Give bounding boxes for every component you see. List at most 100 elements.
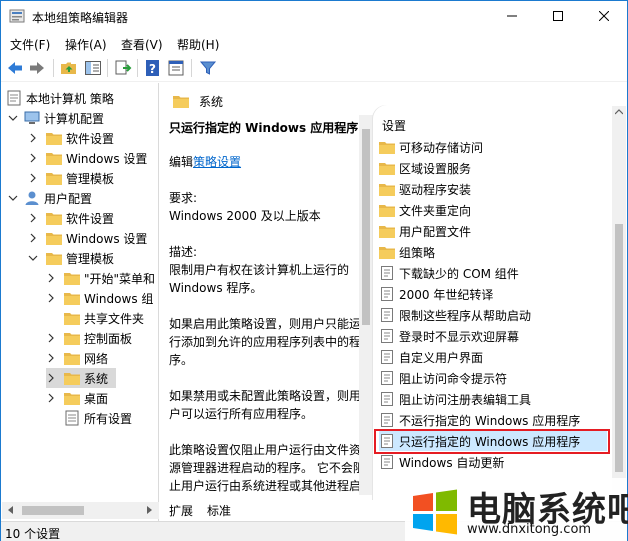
chevron-right-icon[interactable] [28, 133, 38, 143]
description-scrollbar[interactable] [359, 115, 373, 495]
list-item-folder[interactable]: 组策略 [379, 242, 435, 262]
menu-help[interactable]: 帮助(H) [177, 36, 219, 53]
folder-icon [46, 152, 62, 165]
list-item-policy[interactable]: 阻止访问命令提示符 [379, 368, 507, 388]
minimize-button[interactable] [489, 1, 535, 31]
folder-icon [64, 272, 80, 285]
list-item-policy[interactable]: 登录时不显示欢迎屏幕 [379, 326, 519, 346]
user-icon [25, 191, 39, 205]
menu-view[interactable]: 查看(V) [121, 36, 163, 53]
tree-item-windows-components[interactable]: Windows 组 [46, 288, 153, 308]
view-tabs: 扩展 标准 [161, 500, 361, 522]
list-item-folder[interactable]: 区域设置服务 [379, 158, 471, 178]
scrollbar-thumb[interactable] [22, 506, 84, 515]
chevron-down-icon[interactable] [8, 113, 18, 123]
forward-arrow-icon[interactable] [28, 59, 46, 77]
list-item-policy[interactable]: 自定义用户界面 [379, 347, 483, 367]
list-item-policy[interactable]: 2000 年世纪转译 [379, 284, 493, 304]
scroll-left-icon[interactable] [8, 506, 13, 514]
menu-file[interactable]: 文件(F) [10, 36, 50, 53]
menu-bar: 文件(F) 操作(A) 查看(V) 帮助(H) [1, 31, 627, 55]
tree-item-all-settings[interactable]: 所有设置 [64, 408, 132, 428]
list-item-policy[interactable]: Windows 自动更新 [379, 452, 504, 472]
tree-item-control-panel[interactable]: 控制面板 [46, 328, 132, 348]
chevron-right-icon[interactable] [46, 293, 56, 303]
help-icon[interactable]: ? [144, 59, 162, 77]
list-item-policy[interactable]: 限制这些程序从帮助启动 [379, 305, 531, 325]
policy-setting-icon [381, 455, 393, 469]
chevron-right-icon[interactable] [28, 213, 38, 223]
list-item-policy[interactable]: 不运行指定的 Windows 应用程序 [379, 410, 580, 430]
chevron-right-icon[interactable] [46, 333, 56, 343]
maximize-button[interactable] [535, 1, 581, 31]
chevron-down-icon[interactable] [28, 253, 38, 263]
chevron-right-icon[interactable] [46, 273, 56, 283]
toolbar-separator [137, 59, 138, 77]
menu-action[interactable]: 操作(A) [65, 36, 107, 53]
tree-item-label: 计算机配置 [44, 111, 105, 126]
scrollbar-thumb[interactable] [362, 129, 370, 325]
tab-extended[interactable]: 扩展 [163, 500, 200, 520]
list-item-policy[interactable]: 阻止访问注册表编辑工具 [379, 389, 531, 409]
tree-item-admin-templates[interactable]: 管理模板 [28, 168, 114, 188]
watermark-url: www.dnxitong.com [467, 522, 592, 537]
tree-item-label: Windows 设置 [66, 151, 148, 166]
filter-icon[interactable] [199, 59, 217, 77]
chevron-right-icon[interactable] [46, 353, 56, 363]
scroll-up-icon[interactable] [615, 109, 623, 115]
properties-icon[interactable] [167, 59, 185, 77]
up-folder-icon[interactable] [60, 59, 78, 77]
policy-setting-icon [381, 329, 393, 343]
toolbar-separator [191, 59, 192, 77]
tree-item-root[interactable]: 本地计算机 策略 [6, 88, 114, 108]
column-header-setting[interactable]: 设置 [382, 117, 406, 134]
list-item-label: 用户配置文件 [399, 224, 472, 239]
chevron-down-icon[interactable] [8, 193, 18, 203]
tree-item-software-settings[interactable]: 软件设置 [28, 128, 114, 148]
list-item-folder[interactable]: 可移动存储访问 [379, 137, 483, 157]
tree-item-start-menu[interactable]: "开始"菜单和 [46, 268, 155, 288]
policy-setting-icon [381, 308, 393, 322]
tree-item-user-windows-settings[interactable]: Windows 设置 [28, 228, 147, 248]
title-bar[interactable]: 本地组策略编辑器 [1, 1, 627, 31]
list-item-label: 下载缺少的 COM 组件 [399, 266, 519, 281]
tree-horizontal-scrollbar[interactable] [2, 502, 159, 519]
tree-item-windows-settings[interactable]: Windows 设置 [28, 148, 147, 168]
chevron-right-icon[interactable] [28, 173, 38, 183]
list-item-folder[interactable]: 驱动程序安装 [379, 179, 471, 199]
list-item-folder[interactable]: 文件夹重定向 [379, 200, 471, 220]
tree-item-user-config[interactable]: 用户配置 [8, 188, 92, 208]
description-paragraph: 限制用户有权在该计算机上运行的 Windows 程序。 [169, 263, 350, 295]
chevron-right-icon[interactable] [46, 393, 56, 403]
folder-icon [46, 252, 62, 265]
description-paragraph: 如果启用此策略设置，则用户只能运行添加到允许的应用程序列表中的程序。 [169, 317, 362, 367]
chevron-right-icon[interactable] [28, 153, 38, 163]
back-arrow-icon[interactable] [6, 59, 24, 77]
tree-item-system[interactable]: 系统 [46, 368, 116, 388]
export-list-icon[interactable] [114, 59, 132, 77]
close-button[interactable] [581, 1, 627, 31]
tree-item-user-admin-templates[interactable]: 管理模板 [28, 248, 114, 268]
chevron-right-icon[interactable] [46, 373, 56, 383]
list-vertical-scrollbar[interactable] [612, 106, 626, 500]
tree-item-network[interactable]: 网络 [46, 348, 108, 368]
tree-item-label: 网络 [84, 351, 109, 366]
list-item-policy[interactable]: 下载缺少的 COM 组件 [379, 263, 519, 283]
show-hide-tree-icon[interactable] [84, 59, 102, 77]
tree-item-desktop[interactable]: 桌面 [46, 388, 108, 408]
tree-item-computer-config[interactable]: 计算机配置 [8, 108, 104, 128]
tree-item-label: 本地计算机 策略 [26, 91, 114, 106]
edit-policy-link[interactable]: 策略设置 [193, 155, 241, 169]
close-icon [599, 11, 609, 21]
tree-item-shared-folders[interactable]: 共享文件夹 [64, 308, 144, 328]
group-policy-icon [9, 9, 25, 23]
list-item-folder[interactable]: 用户配置文件 [379, 221, 471, 241]
chevron-right-icon[interactable] [28, 233, 38, 243]
tree-item-user-software-settings[interactable]: 软件设置 [28, 208, 114, 228]
description-paragraph: 如果禁用或未配置此策略设置，则用户可以运行所有应用程序。 [169, 389, 362, 421]
windows-logo-icon [413, 489, 457, 535]
tab-standard[interactable]: 标准 [201, 500, 238, 520]
scrollbar-thumb[interactable] [615, 224, 623, 472]
scroll-right-icon[interactable] [147, 506, 152, 514]
app-window: 本地组策略编辑器 文件(F) 操作(A) 查看(V) 帮助(H) ? 本地计算机… [0, 0, 628, 541]
